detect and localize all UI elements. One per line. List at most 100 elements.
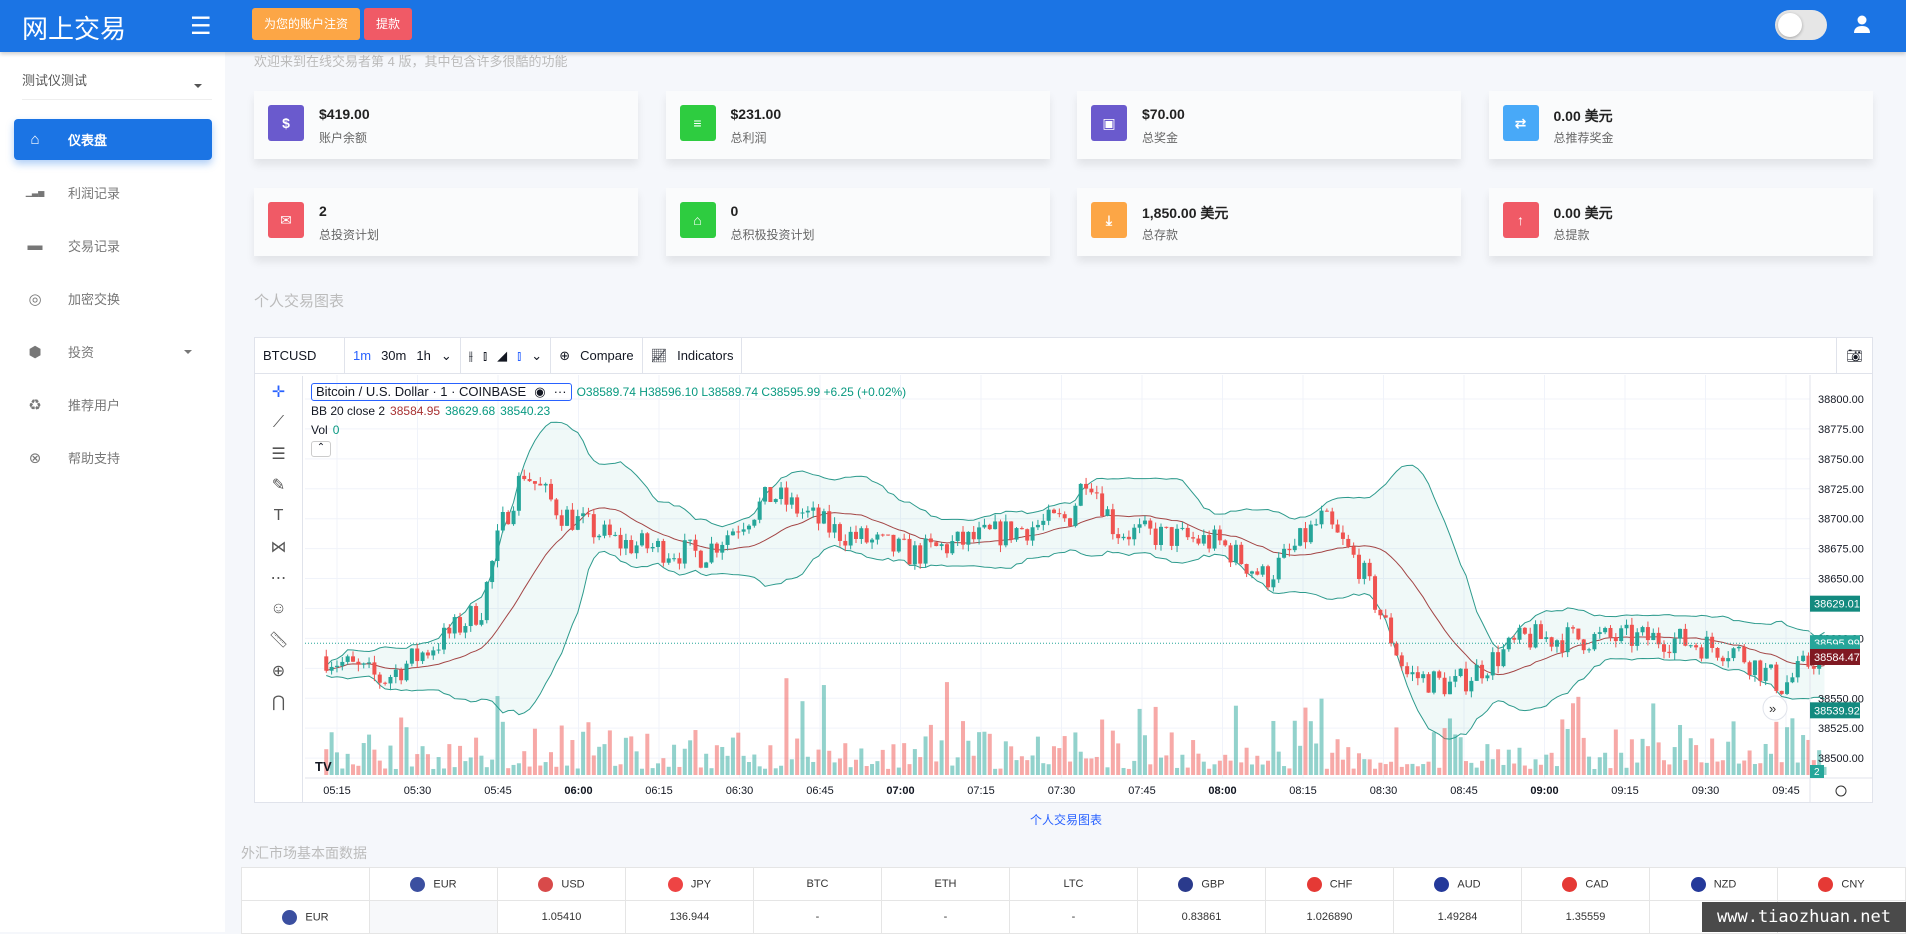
candle-body xyxy=(645,533,650,549)
flag-icon xyxy=(1690,876,1706,892)
sidebar-item-1[interactable]: ▁▃▅ 利润记录 xyxy=(14,172,212,213)
stat-value: $70.00 xyxy=(1142,106,1185,122)
sidebar-item-6[interactable]: ⊗ 帮助支持 xyxy=(14,437,212,478)
interval-30m[interactable]: 30m xyxy=(381,348,406,363)
logo[interactable]: 网上交易 xyxy=(22,9,126,46)
volume-bar xyxy=(474,737,479,775)
candle-body xyxy=(672,558,677,560)
volume-bar xyxy=(1640,738,1645,775)
volume-bar xyxy=(645,733,650,775)
candle-body xyxy=(1287,548,1292,551)
candle-body xyxy=(1062,514,1067,519)
candle-body xyxy=(1073,505,1078,527)
candle-body xyxy=(377,674,382,683)
rate-cell: 136.944 xyxy=(625,900,754,934)
stat-card: ↑ 0.00 美元 总提款 xyxy=(1488,188,1873,256)
time-tick: 09:45 xyxy=(1772,785,1800,797)
candle-body xyxy=(1480,664,1485,679)
volume-bar xyxy=(511,764,516,775)
sidebar-item-3[interactable]: ◎ 加密交换 xyxy=(14,278,212,319)
candle-body xyxy=(837,524,842,541)
compare-button[interactable]: ⊕ Compare xyxy=(551,338,643,373)
forex-table: EUR USD JPY BTC ETH LTC GBP CHF AUD CAD NZD CNY EUR 1… xyxy=(241,867,1906,934)
zoom-icon[interactable]: ⊕ xyxy=(255,655,302,686)
account-dropdown[interactable]: 测试仪测试 xyxy=(22,70,212,100)
volume-bar xyxy=(490,759,495,775)
emoji-icon[interactable]: ☺ xyxy=(255,593,302,624)
candle-body xyxy=(1346,538,1351,547)
ruler-icon[interactable]: 📏︎ xyxy=(255,624,302,655)
user-icon[interactable] xyxy=(1852,14,1872,34)
pattern-icon[interactable]: ⋈ xyxy=(255,531,302,562)
volume-bar xyxy=(1506,749,1511,775)
stat-icon: ⤓ xyxy=(1091,202,1127,238)
candle-body xyxy=(431,650,436,656)
withdraw-button[interactable]: 提款 xyxy=(364,8,413,40)
bar-chart-icon[interactable]: ⫲ xyxy=(469,348,473,364)
candles-icon[interactable]: ⫾ xyxy=(483,348,487,364)
chart-link[interactable]: 个人交易图表 xyxy=(1030,811,1102,828)
chevron-down-icon[interactable]: ⌄ xyxy=(531,348,542,364)
volume-bar xyxy=(447,744,452,775)
chevron-down-icon[interactable]: ⌄ xyxy=(441,348,452,364)
volume-bar xyxy=(1180,754,1185,775)
candle-body xyxy=(1656,632,1661,645)
candle-body xyxy=(875,534,880,540)
hollow-candles-icon[interactable]: ⫾ xyxy=(517,348,521,364)
candle-body xyxy=(516,475,521,511)
volume-bar xyxy=(500,721,505,775)
text-icon[interactable]: T xyxy=(255,500,302,531)
candle-body xyxy=(1389,617,1394,644)
interval-1m[interactable]: 1m xyxy=(353,348,371,363)
volume-bar xyxy=(1019,756,1024,775)
volume-bar xyxy=(1191,740,1196,775)
brush-icon[interactable]: ✎ xyxy=(255,469,302,500)
stat-card: ✉ 2 总投资计划 xyxy=(254,188,638,256)
candle-body xyxy=(1651,632,1656,641)
sidebar-item-0[interactable]: ⌂ 仪表盘 xyxy=(14,119,212,160)
time-tick: 08:15 xyxy=(1289,785,1317,797)
candle-body xyxy=(1613,637,1618,642)
menu-icon[interactable]: ☰ xyxy=(190,12,212,41)
volume-bar xyxy=(1100,719,1105,775)
volume-bar xyxy=(821,685,826,775)
interval-1h[interactable]: 1h xyxy=(416,348,430,363)
stat-value: 0 xyxy=(730,203,739,219)
trend-line-icon[interactable]: ⟋ xyxy=(255,407,302,438)
volume-bar xyxy=(848,767,853,775)
trading-chart[interactable]: BTCUSD 1m 30m 1h ⌄ ⫲ ⫾ ◢ ⫾ ⌄ ⊕ Compare 📈︎ Indicat… xyxy=(254,337,1873,803)
volume-bar xyxy=(543,762,548,775)
candle-body xyxy=(661,540,666,563)
symbol-search[interactable]: BTCUSD xyxy=(255,338,345,373)
sidebar-item-4[interactable]: ⬢ 投资 xyxy=(14,331,212,372)
prediction-icon[interactable]: ⋯ xyxy=(255,562,302,593)
candle-body xyxy=(447,627,452,634)
indicators-button[interactable]: 📈︎ Indicators xyxy=(643,338,743,373)
candle-body xyxy=(570,509,575,530)
volume-bar xyxy=(768,745,773,775)
area-chart-icon[interactable]: ◢ xyxy=(497,348,507,364)
crosshair-icon[interactable]: ✛ xyxy=(255,376,302,407)
volume-bar xyxy=(1282,766,1287,775)
stat-label: 总投资计划 xyxy=(319,228,380,242)
fib-icon[interactable]: ☰ xyxy=(255,438,302,469)
theme-toggle[interactable] xyxy=(1775,10,1827,40)
candle-body xyxy=(1260,566,1265,575)
more-icon[interactable]: ··· xyxy=(554,384,567,399)
volume-bar xyxy=(709,768,714,775)
camera-icon[interactable]: 📷︎ xyxy=(1836,338,1872,373)
volume-bar xyxy=(1153,706,1158,775)
collapse-legend-button[interactable]: ⌃ xyxy=(311,441,331,457)
candle-body xyxy=(1298,528,1303,546)
volume-bar xyxy=(393,768,398,775)
deposit-button[interactable]: 为您的账户注资 xyxy=(252,8,361,40)
symbol-title[interactable]: Bitcoin / U.S. Dollar · 1 · COINBASE ◉ ··· xyxy=(311,382,572,401)
candle-body xyxy=(1587,649,1592,651)
volume-bar xyxy=(1373,768,1378,775)
eye-icon[interactable]: ◉ xyxy=(534,384,545,400)
sidebar-item-5[interactable]: ♻ 推荐用户 xyxy=(14,384,212,425)
sidebar-item-2[interactable]: ▬ 交易记录 xyxy=(14,225,212,266)
compare-label: Compare xyxy=(580,348,634,363)
volume-bar xyxy=(377,760,382,775)
magnet-icon[interactable]: ⋂ xyxy=(255,686,302,717)
